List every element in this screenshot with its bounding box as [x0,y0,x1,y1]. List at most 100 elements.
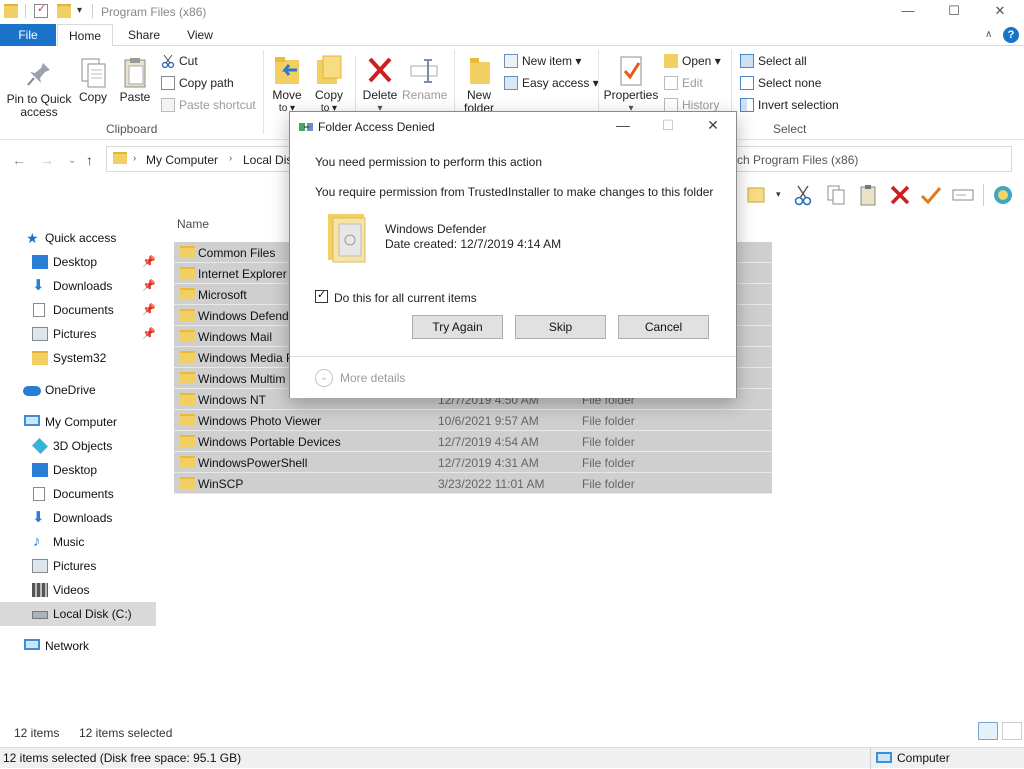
divider [983,184,984,206]
copy-to-button[interactable]: Copy to ▾ [312,54,346,115]
new-item-button[interactable]: New item ▾ [504,52,581,70]
scissors-icon[interactable] [792,184,814,206]
file-row[interactable]: Windows Photo Viewer 10/6/2021 9:57 AM Fil… [174,410,772,431]
edit-icon [664,76,678,90]
divider [870,748,871,769]
skip-button[interactable]: Skip [515,315,606,339]
nav-desktop-2[interactable]: Desktop [0,458,156,482]
nav-music[interactable]: ♪ Music [0,530,156,554]
details-view-icon[interactable] [978,722,998,740]
new-folder-quick-icon[interactable] [57,4,71,18]
paste-button[interactable]: Paste [118,56,152,104]
dialog-minimize-button[interactable]: — [612,117,634,135]
minimize-button[interactable]: — [898,3,918,21]
column-header-name[interactable]: Name [177,217,209,231]
properties-quick-icon[interactable]: ✓ [34,3,48,18]
large-icons-view-icon[interactable] [1002,722,1022,740]
dialog-maximize-button[interactable]: ☐ [657,117,679,135]
file-row[interactable]: WinSCP 3/23/2022 11:01 AM File folder [174,473,772,494]
nav-downloads-2[interactable]: ⬇ Downloads [0,506,156,530]
pin-to-quick-access-button[interactable]: Pin to Quick access [6,58,72,119]
easy-access-button[interactable]: Easy access ▾ [504,74,599,92]
folder-icon[interactable] [4,4,18,18]
tab-file[interactable]: File [0,24,56,46]
open-button[interactable]: Open ▾ [664,52,721,70]
new-folder-button[interactable]: New folder [460,54,498,115]
tab-home[interactable]: Home [57,24,113,47]
file-name: WindowsPowerShell [198,456,308,470]
group-separator [263,50,264,134]
rename-icon[interactable] [952,184,974,206]
nav-my-computer[interactable]: My Computer [0,410,156,434]
title-bar: ✓ ▾ Program Files (x86) — ☐ ✕ [0,0,1024,24]
recent-locations-icon[interactable]: ⌄ [68,155,76,166]
nav-pictures-2[interactable]: Pictures [0,554,156,578]
up-button[interactable]: ↑ [86,152,93,168]
file-row[interactable]: WindowsPowerShell 12/7/2019 4:31 AM File f… [174,452,772,473]
chevron-down-icon[interactable]: ▾ [776,189,781,200]
copy-label: Copy [78,90,107,104]
view-folder-icon[interactable] [746,184,768,206]
file-name: Windows Media P [198,351,295,365]
nav-desktop[interactable]: Desktop 📌 [0,250,156,274]
nav-label: My Computer [45,415,118,429]
chevron-down-icon[interactable]: ⌄ [315,369,333,387]
move-to-button[interactable]: Move to ▾ [270,54,304,115]
copy-icon[interactable] [825,184,847,206]
properties-button[interactable]: Properties ▾ [603,54,659,115]
delete-icon[interactable] [889,184,911,206]
maximize-button[interactable]: ☐ [944,3,964,21]
nav-system32[interactable]: System32 [0,346,156,370]
nav-network[interactable]: Network [0,634,156,658]
nav-quick-access[interactable]: ★ Quick access [0,226,156,250]
nav-pictures[interactable]: Pictures 📌 [0,322,156,346]
edit-button[interactable]: Edit [664,74,703,92]
apply-to-all-checkbox[interactable]: ✓ [315,289,328,303]
checkmark-icon[interactable] [920,184,942,206]
pin-icon[interactable]: 📌 [142,274,156,298]
close-button[interactable]: ✕ [990,3,1010,21]
properties-label: Properties [603,88,659,102]
delete-button[interactable]: Delete ▾ [361,54,399,115]
nav-3d-objects[interactable]: 3D Objects [0,434,156,458]
tab-view[interactable]: View [172,24,228,46]
customize-quick-access-icon[interactable]: ▾ [77,5,82,16]
tab-share[interactable]: Share [116,24,172,46]
rename-button[interactable]: Rename [402,54,447,102]
pin-icon[interactable]: 📌 [142,250,156,274]
back-button[interactable]: ← [12,152,26,168]
nav-documents-2[interactable]: Documents [0,482,156,506]
nav-onedrive[interactable]: OneDrive [0,378,156,402]
cut-button[interactable]: Cut [161,52,198,70]
more-details-link[interactable]: More details [340,371,405,385]
help-icon[interactable]: ? [1003,27,1019,43]
shell-icon[interactable] [992,184,1014,206]
select-all-button[interactable]: Select all [740,52,807,70]
status-bar: 12 items selected (Disk free space: 95.1… [0,747,1024,769]
apply-to-all-label[interactable]: Do this for all current items [334,291,477,305]
paste-icon[interactable] [857,184,879,206]
nav-local-disk[interactable]: Local Disk (C:) [0,602,156,626]
select-none-label: Select none [758,76,822,90]
nav-videos[interactable]: Videos [0,578,156,602]
breadcrumb-my-computer[interactable]: My Computer [146,153,218,167]
file-name: Internet Explorer [198,267,287,281]
copy-path-button[interactable]: Copy path [161,74,234,92]
pin-icon[interactable]: 📌 [142,322,156,346]
nav-documents[interactable]: Documents 📌 [0,298,156,322]
pin-icon[interactable]: 📌 [142,298,156,322]
try-again-button[interactable]: Try Again [412,315,503,339]
chevron-up-icon[interactable]: ∧ [985,29,992,40]
search-box[interactable]: ch Program Files (x86) [736,146,1012,172]
folder-icon [113,152,127,164]
dialog-close-button[interactable]: ✕ [702,117,724,135]
forward-button[interactable]: → [40,152,54,168]
invert-selection-button[interactable]: Invert selection [740,96,839,114]
cancel-button[interactable]: Cancel [618,315,709,339]
file-row[interactable]: Windows Portable Devices 12/7/2019 4:54 A… [174,431,772,452]
select-none-button[interactable]: Select none [740,74,821,92]
nav-downloads[interactable]: ⬇ Downloads 📌 [0,274,156,298]
nav-label: Quick access [45,231,117,245]
paste-shortcut-button[interactable]: Paste shortcut [161,96,256,114]
copy-button[interactable]: Copy [76,56,110,104]
